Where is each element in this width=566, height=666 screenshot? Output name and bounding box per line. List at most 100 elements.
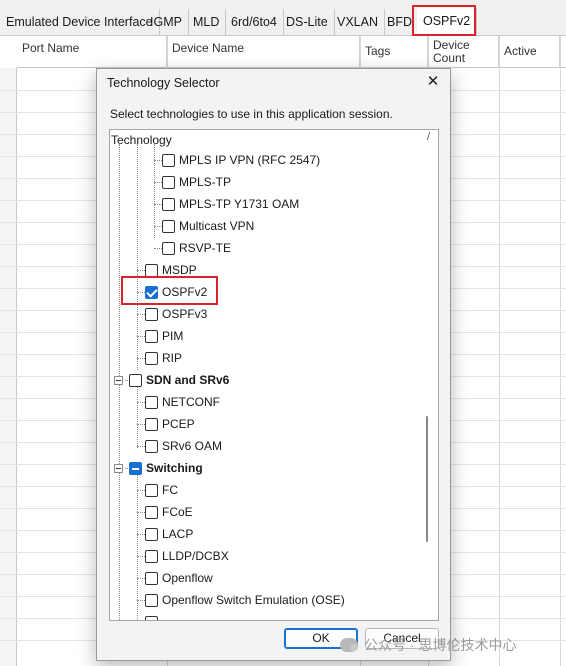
tree-line xyxy=(154,248,162,249)
checkbox-partial[interactable] xyxy=(129,461,142,475)
tree-line xyxy=(137,424,145,425)
tree-item-mpls-tp-y1731-oam[interactable]: MPLS-TP Y1731 OAM xyxy=(162,194,299,214)
collapse-icon[interactable] xyxy=(114,375,123,385)
tree-item-lldp-dcbx[interactable]: LLDP/DCBX xyxy=(145,546,229,566)
tree-item-rsvp-te[interactable]: RSVP-TE xyxy=(162,238,231,258)
tree-item-rip[interactable]: RIP xyxy=(145,348,182,368)
tree-item-netconf[interactable]: NETCONF xyxy=(145,392,220,412)
tab-mld[interactable]: MLD xyxy=(187,9,227,35)
checkbox[interactable] xyxy=(129,373,142,387)
checkbox[interactable] xyxy=(145,483,158,497)
col-header-device-count[interactable]: Device Count xyxy=(428,36,499,68)
watermark: 公众号 · 思博伦技术中心 xyxy=(340,634,560,656)
tab-emulated-device-interface[interactable]: Emulated Device Interface xyxy=(0,9,160,35)
tree-item-label: RIP xyxy=(162,351,183,365)
checkbox[interactable] xyxy=(145,439,158,453)
checkbox[interactable] xyxy=(145,395,158,409)
tree-item-ospfv3[interactable]: OSPFv3 xyxy=(145,304,207,324)
tree-line xyxy=(137,470,138,620)
tab-strip: Emulated Device Interface IGMP MLD 6rd/6… xyxy=(0,0,566,36)
tree-item-openflow-switch-emulation[interactable]: Openflow Switch Emulation (OSE) xyxy=(145,590,345,610)
tree-line xyxy=(125,467,128,469)
tree-group-switching[interactable]: Switching xyxy=(114,458,203,478)
column-resize-mark[interactable]: / xyxy=(427,131,430,143)
tree-item-label: FC xyxy=(162,483,178,497)
tree-item-partial[interactable] xyxy=(145,612,162,620)
tree-line xyxy=(137,314,145,315)
watermark-text: 公众号 · 思博伦技术中心 xyxy=(364,637,517,653)
row-header-column xyxy=(0,68,17,666)
tab-6rd-6to4[interactable]: 6rd/6to4 xyxy=(225,9,284,35)
checkbox[interactable] xyxy=(145,571,158,585)
checkbox[interactable] xyxy=(145,351,158,365)
tree-item-label: Openflow xyxy=(162,571,213,585)
checkbox[interactable] xyxy=(162,153,175,167)
checkbox[interactable] xyxy=(145,549,158,563)
tree-line xyxy=(137,512,145,513)
tab-vxlan[interactable]: VXLAN xyxy=(331,9,385,35)
dialog-instruction: Select technologies to use in this appli… xyxy=(110,107,393,121)
tree-item-openflow[interactable]: Openflow xyxy=(145,568,213,588)
tree-line xyxy=(137,578,145,579)
dialog-title: Technology Selector xyxy=(107,76,220,90)
tree-line xyxy=(137,402,145,403)
tree-item-mpls-tp[interactable]: MPLS-TP xyxy=(162,172,231,192)
tree-item-mpls-ip-vpn[interactable]: MPLS IP VPN (RFC 2547) xyxy=(162,150,320,170)
checkbox-checked[interactable] xyxy=(145,285,158,299)
checkbox[interactable] xyxy=(145,527,158,541)
tree-item-fcoe[interactable]: FCoE xyxy=(145,502,193,522)
tree-item-label: Openflow Switch Emulation (OSE) xyxy=(162,593,345,607)
tree-item-label: FCoE xyxy=(162,505,193,519)
checkbox[interactable] xyxy=(145,615,158,620)
tree-item-multicast-vpn[interactable]: Multicast VPN xyxy=(162,216,254,236)
tree-group-label: Switching xyxy=(146,461,203,475)
tab-bfd[interactable]: BFD xyxy=(381,9,419,35)
checkbox[interactable] xyxy=(162,175,175,189)
tab-ds-lite[interactable]: DS-Lite xyxy=(280,9,335,35)
checkbox[interactable] xyxy=(145,505,158,519)
grid-vline xyxy=(560,36,561,666)
tree-item-label: MPLS IP VPN (RFC 2547) xyxy=(179,153,321,167)
tree-line xyxy=(137,358,145,359)
checkbox[interactable] xyxy=(145,593,158,607)
tree-line xyxy=(137,490,145,491)
tree-item-lacp[interactable]: LACP xyxy=(145,524,193,544)
tree-item-fc[interactable]: FC xyxy=(145,480,178,500)
tree-item-pim[interactable]: PIM xyxy=(145,326,183,346)
wechat-icon xyxy=(340,638,358,652)
tree-line xyxy=(154,160,162,161)
col-header-device-name[interactable]: Device Name xyxy=(167,36,360,68)
tree-item-label: PCEP xyxy=(162,417,195,431)
close-icon[interactable]: ✕ xyxy=(424,73,442,91)
col-header-tags[interactable]: Tags xyxy=(360,36,428,68)
checkbox[interactable] xyxy=(162,219,175,233)
technology-tree[interactable]: Technology / MPLS IP VPN (RFC 2547) MPLS… xyxy=(109,129,439,621)
tree-line xyxy=(137,534,145,535)
tree-scrollbar[interactable] xyxy=(426,416,428,542)
tab-igmp[interactable]: IGMP xyxy=(144,9,189,35)
tree-item-label: LLDP/DCBX xyxy=(162,549,229,563)
tree-line xyxy=(137,270,145,271)
tree-group-sdn-srv6[interactable]: SDN and SRv6 xyxy=(114,370,229,390)
tree-item-pcep[interactable]: PCEP xyxy=(145,414,195,434)
col-header-active[interactable]: Active xyxy=(499,36,560,68)
col-header-port-name[interactable]: Port Name xyxy=(17,36,167,68)
checkbox[interactable] xyxy=(145,263,158,277)
collapse-icon[interactable] xyxy=(114,463,123,473)
tree-line xyxy=(154,182,162,183)
tree-item-label: PIM xyxy=(162,329,184,343)
checkbox[interactable] xyxy=(162,241,175,255)
checkbox[interactable] xyxy=(145,329,158,343)
checkbox[interactable] xyxy=(162,197,175,211)
tree-item-msdp[interactable]: MSDP xyxy=(145,260,197,280)
checkbox[interactable] xyxy=(145,417,158,431)
tab-ospfv2[interactable]: OSPFv2 xyxy=(417,8,478,35)
tree-item-srv6-oam[interactable]: SRv6 OAM xyxy=(145,436,222,456)
tree-item-label: MSDP xyxy=(162,263,197,277)
tree-line xyxy=(137,600,145,601)
tree-line xyxy=(154,226,162,227)
tree-item-ospfv2[interactable]: OSPFv2 xyxy=(145,282,207,302)
tree-line xyxy=(154,204,162,205)
checkbox[interactable] xyxy=(145,307,158,321)
technology-selector-dialog: Technology Selector ✕ Select technologie… xyxy=(96,68,451,661)
